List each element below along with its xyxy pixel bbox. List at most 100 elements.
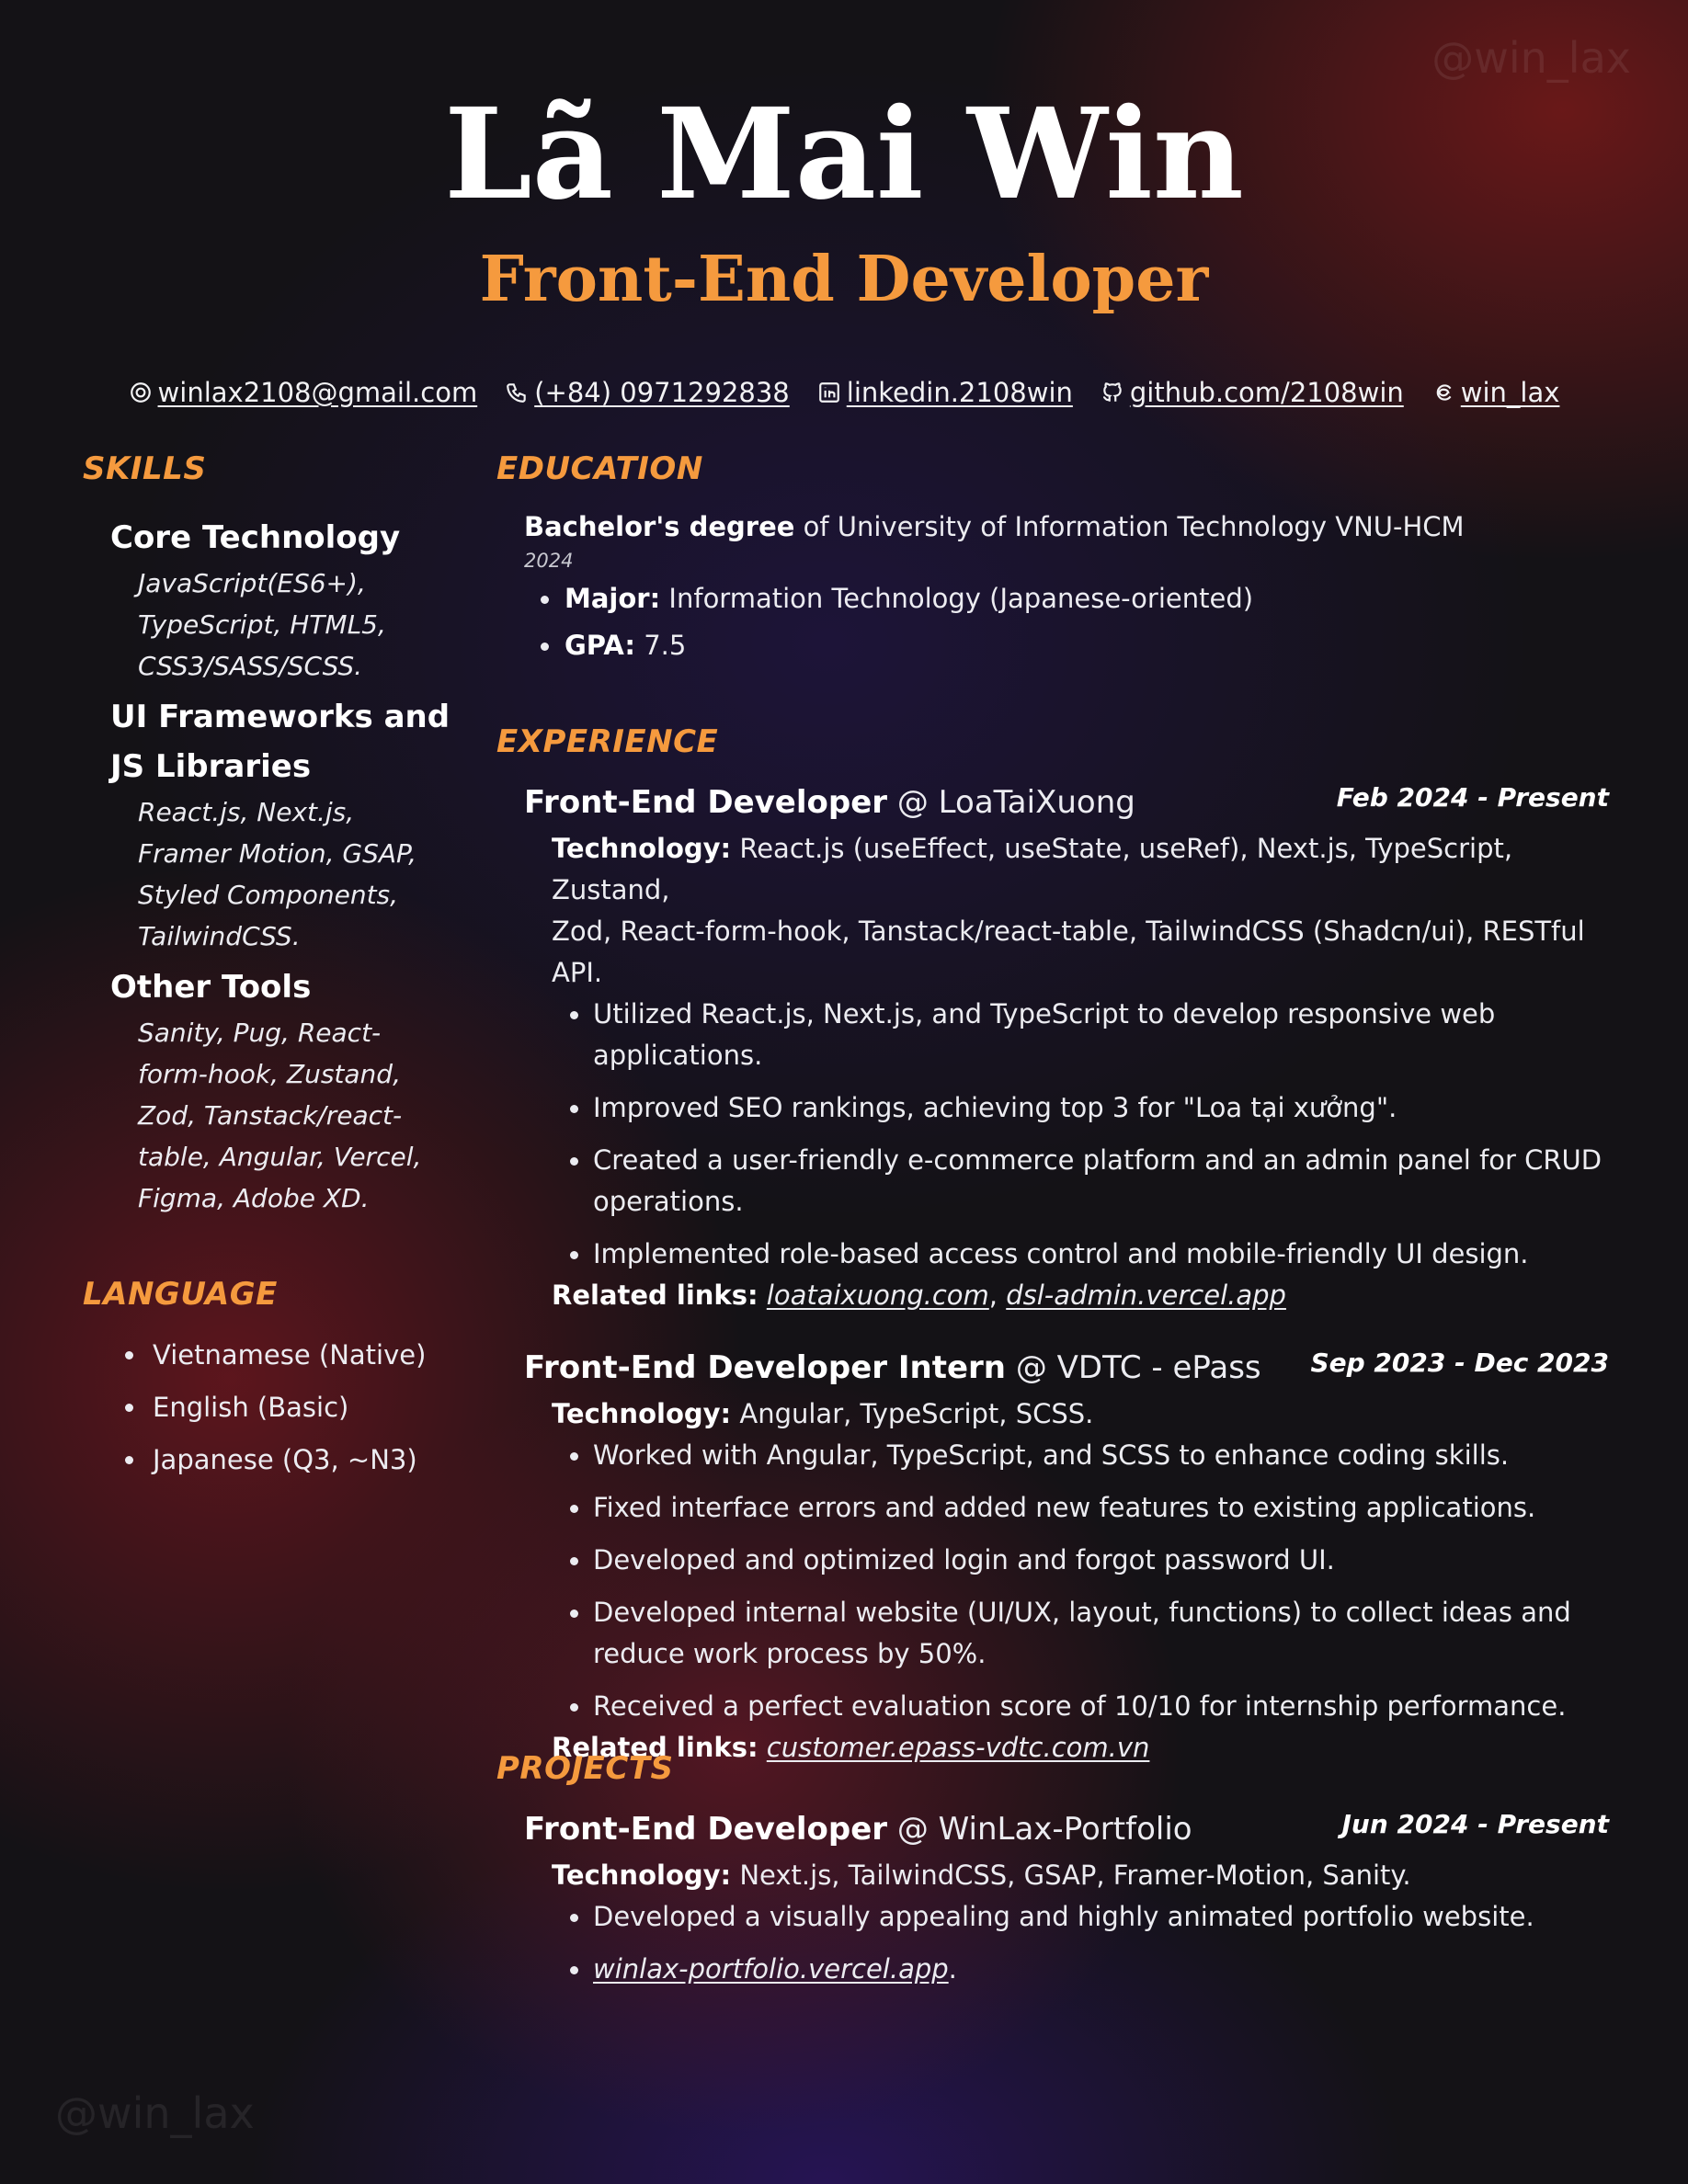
contact-phone[interactable]: (+84) 0971292838 bbox=[505, 377, 790, 408]
job-related-links: Related links: loataixuong.com, dsl-admi… bbox=[552, 1280, 1286, 1311]
links-label: Related links: bbox=[552, 1280, 758, 1311]
school: University of Information Technology VNU… bbox=[837, 511, 1465, 542]
experience-title: EXPERIENCE bbox=[496, 723, 719, 760]
project-bullet: Developed a visually appealing and highl… bbox=[496, 1896, 1609, 1938]
skill-heading-line: JS Libraries bbox=[110, 748, 312, 785]
threads-icon bbox=[1436, 384, 1452, 401]
skills-title: SKILLS bbox=[83, 450, 207, 487]
tech-label: Technology: bbox=[552, 1398, 732, 1429]
skill-group-list: JavaScript(ES6+), TypeScript, HTML5, CSS… bbox=[138, 563, 451, 687]
link-dsl-admin[interactable]: dsl-admin.vercel.app bbox=[1006, 1280, 1286, 1311]
job-bullet: Utilized React.js, Next.js, and TypeScri… bbox=[496, 994, 1609, 1076]
job-bullets: Utilized React.js, Next.js, and TypeScri… bbox=[496, 994, 1609, 1275]
job-bullet: Developed and optimized login and forgot… bbox=[496, 1540, 1609, 1581]
job-entry: Front-End Developer @ LoaTaiXuong Feb 20… bbox=[496, 777, 1609, 1316]
skill-group-list: React.js, Next.js, Framer Motion, GSAP, … bbox=[138, 791, 451, 957]
language-title: LANGUAGE bbox=[83, 1276, 278, 1313]
skill-line: table, Angular, Vercel, bbox=[138, 1142, 422, 1172]
major-label: Major: bbox=[565, 583, 661, 614]
education-major: Major: Information Technology (Japanese-… bbox=[496, 575, 1609, 622]
skill-line: form-hook, Zustand, bbox=[138, 1059, 401, 1089]
watermark-bottom: @win_lax bbox=[55, 2088, 255, 2138]
education-gpa: GPA: 7.5 bbox=[496, 622, 1609, 669]
education-degree-line: Bachelor's degree of University of Infor… bbox=[524, 507, 1609, 546]
linkedin-link[interactable]: linkedin.2108win bbox=[847, 377, 1073, 408]
job-entry: Front-End Developer Intern @ VDTC - ePas… bbox=[496, 1342, 1609, 1769]
job-title: Front-End Developer Intern @ VDTC - ePas… bbox=[524, 1349, 1261, 1386]
project-link-item: winlax-portfolio.vercel.app. bbox=[496, 1949, 1609, 1990]
skill-line: Framer Motion, GSAP, bbox=[138, 838, 416, 869]
phone-link[interactable]: (+84) 0971292838 bbox=[534, 377, 790, 408]
job-technology: Technology: Angular, TypeScript, SCSS. bbox=[552, 1393, 1609, 1435]
contact-linkedin[interactable]: linkedin.2108win bbox=[817, 377, 1073, 408]
link-loataixuong[interactable]: loataixuong.com bbox=[767, 1280, 989, 1311]
skill-group-heading: Other Tools bbox=[110, 969, 312, 1006]
language-item: Japanese (Q3, ~N3) bbox=[83, 1434, 451, 1486]
degree-of: of bbox=[803, 511, 829, 542]
tech-line: Angular, TypeScript, SCSS. bbox=[739, 1398, 1094, 1429]
language-item: Vietnamese (Native) bbox=[83, 1329, 451, 1382]
phone-icon bbox=[507, 383, 526, 403]
project-entry: Front-End Developer @ WinLax-Portfolio J… bbox=[496, 1803, 1609, 1990]
education-details: Major: Information Technology (Japanese-… bbox=[496, 575, 1609, 669]
skill-group-heading: Core Technology bbox=[110, 519, 401, 556]
job-bullet: Worked with Angular, TypeScript, and SCS… bbox=[496, 1435, 1609, 1476]
job-bullet: Developed internal website (UI/UX, layou… bbox=[496, 1592, 1609, 1675]
language-list: Vietnamese (Native) English (Basic) Japa… bbox=[83, 1329, 451, 1486]
tech-label: Technology: bbox=[552, 833, 732, 864]
degree: Bachelor's degree bbox=[524, 511, 795, 542]
contact-bar: winlax2108@gmail.com (+84) 0971292838 li… bbox=[0, 377, 1688, 408]
job-position: Front-End Developer Intern bbox=[524, 1349, 1007, 1386]
person-role: Front-End Developer bbox=[479, 243, 1209, 316]
contact-email[interactable]: winlax2108@gmail.com bbox=[129, 377, 478, 408]
contact-threads[interactable]: win_lax bbox=[1431, 377, 1560, 408]
skill-heading-line: UI Frameworks and bbox=[110, 699, 451, 735]
skill-line: TailwindCSS. bbox=[138, 921, 301, 951]
github-icon bbox=[1102, 382, 1122, 402]
education-title: EDUCATION bbox=[496, 450, 703, 487]
skills-section: SKILLS Core Technology JavaScript(ES6+),… bbox=[83, 450, 451, 1224]
skill-group-list: Sanity, Pug, React- form-hook, Zustand, … bbox=[138, 1012, 451, 1219]
job-header: Front-End Developer @ LoaTaiXuong Feb 20… bbox=[524, 777, 1609, 828]
job-date: Feb 2024 - Present bbox=[1336, 782, 1609, 813]
contact-github[interactable]: github.com/2108win bbox=[1101, 377, 1404, 408]
job-position: Front-End Developer bbox=[524, 784, 888, 821]
threads-link[interactable]: win_lax bbox=[1461, 377, 1560, 408]
gpa-label: GPA: bbox=[565, 630, 635, 661]
skill-line: Styled Components, bbox=[138, 880, 399, 910]
project-name: @ WinLax-Portfolio bbox=[896, 1811, 1192, 1848]
link-suffix: . bbox=[948, 1953, 957, 1985]
person-name: Lã Mai Win bbox=[444, 81, 1244, 228]
language-section: LANGUAGE Vietnamese (Native) English (Ba… bbox=[83, 1276, 451, 1486]
skill-line: CSS3/SASS/SCSS. bbox=[138, 651, 363, 681]
project-bullets: Developed a visually appealing and highl… bbox=[496, 1896, 1609, 1990]
experience-section: EXPERIENCE Front-End Developer @ LoaTaiX… bbox=[496, 723, 1609, 1769]
skill-line: Sanity, Pug, React- bbox=[138, 1018, 382, 1048]
education-section: EDUCATION Bachelor's degree of Universit… bbox=[496, 450, 1609, 669]
projects-section: PROJECTS Front-End Developer @ WinLax-Po… bbox=[496, 1750, 1609, 2001]
project-header: Front-End Developer @ WinLax-Portfolio J… bbox=[524, 1803, 1609, 1855]
watermark-top: @win_lax bbox=[1431, 33, 1631, 83]
linkedin-icon bbox=[818, 382, 839, 403]
tech-line: Next.js, TailwindCSS, GSAP, Framer-Motio… bbox=[739, 1860, 1411, 1891]
job-company: @ LoaTaiXuong bbox=[896, 784, 1135, 821]
job-bullet: Received a perfect evaluation score of 1… bbox=[496, 1686, 1609, 1727]
skill-line: Figma, Adobe XD. bbox=[138, 1183, 370, 1213]
job-bullet: Created a user-friendly e-commerce platf… bbox=[496, 1140, 1609, 1223]
projects-title: PROJECTS bbox=[496, 1750, 674, 1787]
tech-line: Zod, React-form-hook, Tanstack/react-tab… bbox=[552, 916, 1585, 988]
job-bullets: Worked with Angular, TypeScript, and SCS… bbox=[496, 1435, 1609, 1727]
project-position: Front-End Developer bbox=[524, 1811, 888, 1848]
link-portfolio[interactable]: winlax-portfolio.vercel.app bbox=[593, 1953, 949, 1985]
skill-line: Zod, Tanstack/react- bbox=[138, 1100, 403, 1131]
project-date: Jun 2024 - Present bbox=[1341, 1809, 1609, 1839]
job-bullet: Implemented role-based access control an… bbox=[496, 1234, 1609, 1275]
skill-group-heading: UI Frameworks and JS Libraries bbox=[110, 692, 451, 791]
email-icon bbox=[130, 382, 151, 403]
github-link[interactable]: github.com/2108win bbox=[1130, 377, 1404, 408]
project-title: Front-End Developer @ WinLax-Portfolio bbox=[524, 1811, 1192, 1848]
tech-label: Technology: bbox=[552, 1860, 732, 1891]
email-link[interactable]: winlax2108@gmail.com bbox=[158, 377, 478, 408]
job-title: Front-End Developer @ LoaTaiXuong bbox=[524, 784, 1135, 821]
project-technology: Technology: Next.js, TailwindCSS, GSAP, … bbox=[552, 1855, 1609, 1896]
